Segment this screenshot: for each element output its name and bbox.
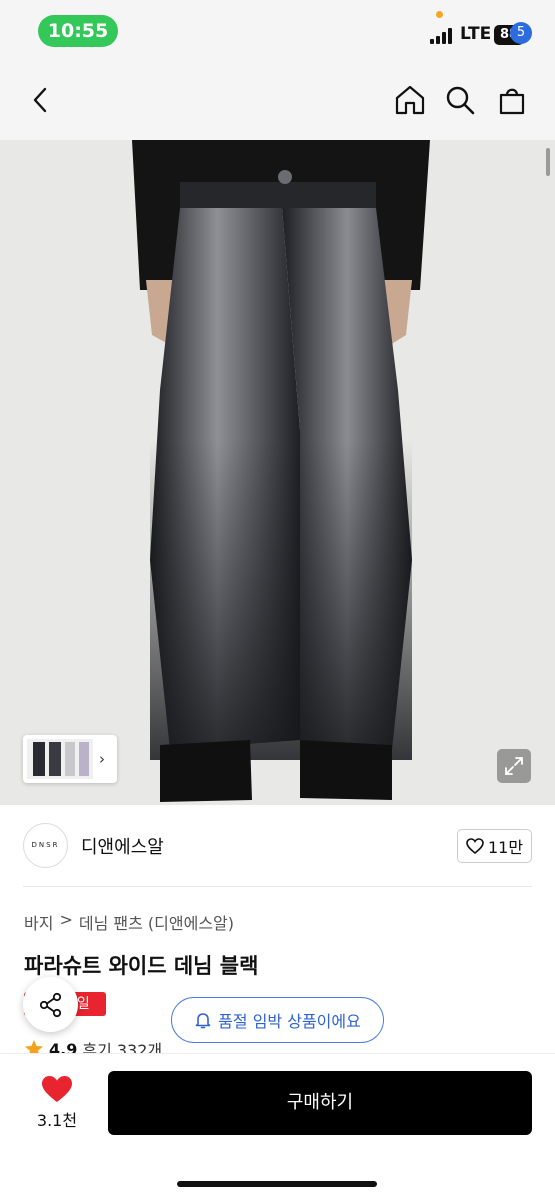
network-label: LTE: [460, 24, 492, 44]
heart-outline-icon: [466, 838, 484, 854]
favorite-count: 3.1천: [36, 1111, 78, 1130]
thumbnail-image[interactable]: [27, 739, 93, 779]
back-button[interactable]: [18, 78, 62, 122]
product-title: 파라슈트 와이드 데님 블랙: [24, 954, 259, 978]
search-icon: [446, 86, 475, 115]
thumbnail-strip[interactable]: ›: [23, 735, 117, 783]
breadcrumb-category[interactable]: 바지: [24, 910, 53, 934]
scroll-indicator: [546, 148, 550, 176]
cart-button[interactable]: [490, 78, 534, 122]
home-icon: [395, 85, 425, 115]
product-image[interactable]: [0, 140, 555, 805]
divider: [23, 886, 532, 887]
breadcrumb-subcategory[interactable]: 데님 팬츠 (디앤에스알): [79, 910, 234, 934]
expand-button[interactable]: [497, 749, 531, 783]
product-photo: [132, 140, 430, 802]
buy-button[interactable]: 구매하기: [108, 1071, 532, 1135]
brand-name[interactable]: 디앤에스알: [81, 833, 164, 859]
top-nav: [0, 62, 555, 140]
expand-icon: [505, 757, 523, 775]
status-time: 10:55: [38, 15, 118, 47]
brand-like-button[interactable]: 11만: [457, 829, 532, 863]
breadcrumb: 바지 > 데님 팬츠 (디앤에스알): [24, 910, 234, 934]
share-icon: [39, 992, 61, 1017]
cart-count-badge: 5: [510, 22, 532, 44]
home-indicator: [177, 1181, 377, 1187]
privacy-dot: [436, 11, 443, 18]
home-button[interactable]: [388, 78, 432, 122]
share-button[interactable]: [23, 977, 78, 1032]
cart-icon: [499, 88, 525, 115]
chevron-right-icon[interactable]: ›: [99, 750, 105, 768]
thumbnail-photo: [27, 739, 93, 779]
search-button[interactable]: [438, 78, 482, 122]
signal-icon: [430, 28, 456, 44]
breadcrumb-separator: >: [59, 910, 73, 929]
favorite-button[interactable]: [41, 1075, 73, 1107]
brand-like-count: 11만: [487, 838, 524, 857]
heart-filled-icon: [42, 1076, 72, 1102]
status-bar: 10:55 LTE 88: [0, 0, 555, 62]
back-icon: [33, 87, 47, 113]
stock-alert-pill: 품절 임박 상품이에요: [171, 997, 384, 1043]
stock-alert-text: 품절 임박 상품이에요: [218, 1012, 361, 1031]
brand-logo[interactable]: DNSR: [23, 823, 68, 868]
bell-icon: [195, 1013, 211, 1029]
